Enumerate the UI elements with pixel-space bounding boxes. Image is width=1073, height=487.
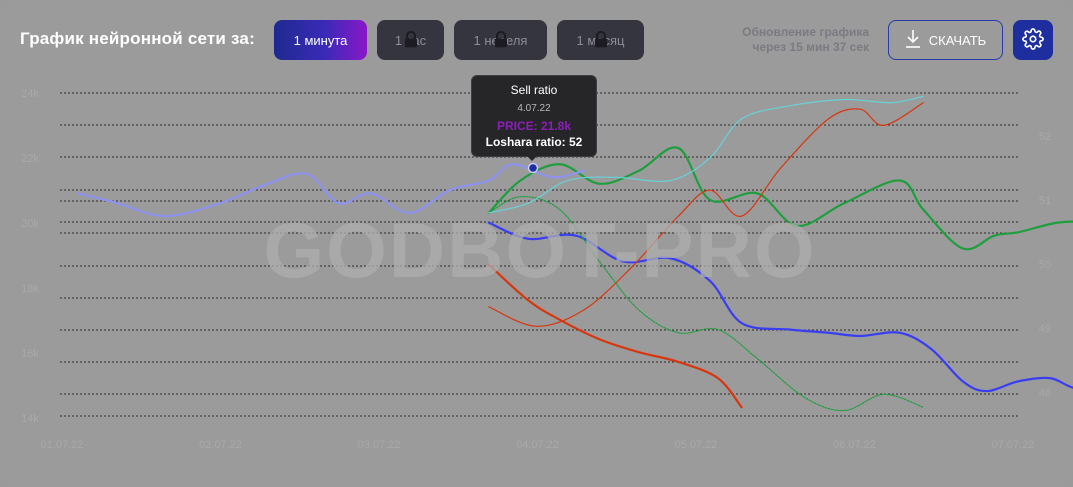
- x-tick-label: 04.07.22: [516, 439, 559, 451]
- lock-icon: [491, 29, 511, 52]
- gear-icon: [1022, 27, 1044, 53]
- y-tick-label: 24k: [21, 88, 39, 100]
- update-line-2: через 15 мин 37 сек: [752, 40, 870, 54]
- lock-icon: [401, 29, 421, 52]
- chart-panel: 24k 22k 20k 18k 16k 14k 52 51 50 49 48 01.07.22 02.0…: [0, 0, 1073, 487]
- y-tick-label: 16k: [21, 348, 39, 360]
- y-tick-label: 14k: [21, 413, 39, 425]
- tooltip-arrow: [525, 154, 539, 161]
- x-tick-label: 02.07.22: [199, 439, 242, 451]
- period-1-month-button[interactable]: 1 месяц: [557, 20, 644, 60]
- chart-tooltip: Sell ratio 4.07.22 PRICE: 21.8k Loshara …: [471, 75, 597, 157]
- period-label: 1 минута: [293, 32, 348, 48]
- y2-tick-label: 52: [1039, 131, 1051, 143]
- x-tick-label: 07.07.22: [992, 439, 1035, 451]
- y2-tick-label: 49: [1039, 323, 1051, 335]
- update-countdown: Обновление графика через 15 мин 37 сек: [742, 25, 869, 55]
- update-line-1: Обновление графика: [742, 25, 869, 39]
- lock-icon: [591, 29, 611, 52]
- watermark: GODBOT-PRO: [263, 206, 817, 294]
- x-tick-label: 03.07.22: [358, 439, 401, 451]
- x-tick-label: 01.07.22: [41, 439, 84, 451]
- period-1-minute-button[interactable]: 1 минута: [274, 20, 367, 60]
- tooltip-price: PRICE: 21.8k: [496, 119, 572, 133]
- x-tick-label: 05.07.22: [675, 439, 718, 451]
- y2-tick-label: 51: [1039, 195, 1051, 207]
- tooltip-ratio: Loshara ratio: 52: [485, 135, 583, 149]
- y-tick-label: 20k: [21, 218, 39, 230]
- download-label: СКАЧАТЬ: [928, 32, 987, 48]
- y2-tick-label: 48: [1039, 387, 1051, 399]
- highlight-point: [527, 162, 539, 174]
- x-tick-label: 06.07.22: [833, 439, 876, 451]
- highlight-marker: [527, 162, 539, 174]
- settings-button[interactable]: [1013, 20, 1053, 60]
- download-icon: [905, 29, 921, 52]
- y2-tick-label: 50: [1039, 259, 1051, 271]
- chart-period-label: График нейронной сети за:: [20, 29, 255, 48]
- download-button[interactable]: СКАЧАТЬ: [888, 20, 1003, 60]
- period-1-hour-button[interactable]: 1 час: [377, 20, 444, 60]
- period-1-week-button[interactable]: 1 неделя: [454, 20, 547, 60]
- y-tick-label: 22k: [21, 153, 39, 165]
- y-tick-label: 18k: [21, 283, 39, 295]
- tooltip-date: 4.07.22: [517, 103, 551, 114]
- tooltip-title: Sell ratio: [510, 83, 558, 97]
